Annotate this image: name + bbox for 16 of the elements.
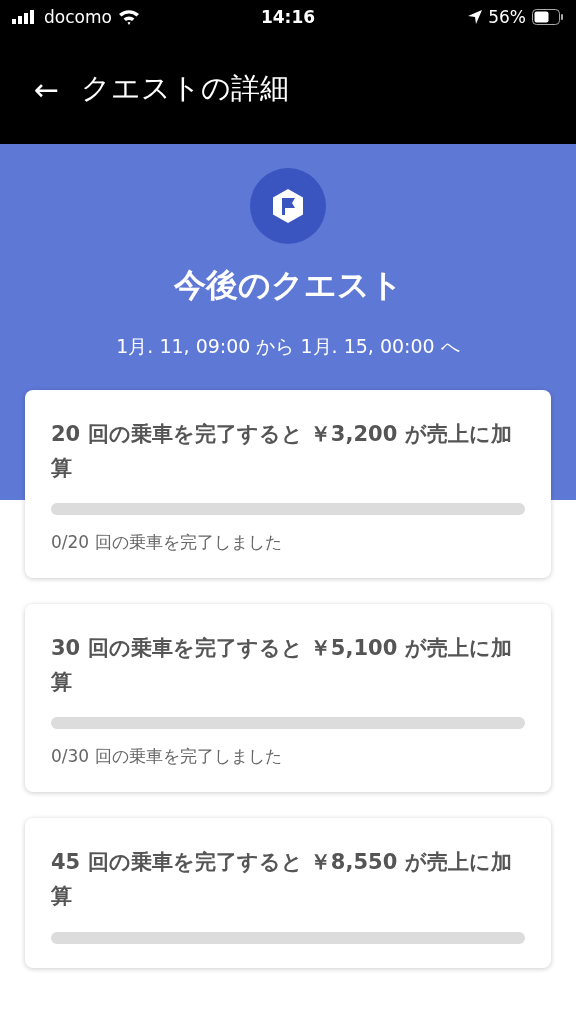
flag-icon: [272, 189, 304, 223]
carrier-name: docomo: [44, 7, 112, 27]
section-title: 今後のクエスト: [173, 265, 403, 306]
date-range: 1月. 11, 09:00 から 1月. 15, 00:00 へ: [116, 334, 460, 359]
back-button[interactable]: ←: [34, 71, 60, 107]
progress-text: 0/30 回の乗車を完了しました: [51, 745, 283, 769]
quest-title: 20 回の乗車を完了すると ￥3,200 が売上に加算: [51, 421, 513, 482]
clock-time: 14:16: [260, 7, 316, 27]
battery-percent: 56%: [488, 7, 526, 27]
location-arrow-icon: [468, 10, 483, 24]
progress-text: 0/20 回の乗車を完了しました: [51, 531, 283, 555]
wifi-icon: [117, 9, 140, 25]
page-title: クエストの詳細: [81, 70, 290, 107]
battery-icon: [532, 9, 564, 25]
quest-title: 30 回の乗車を完了すると ￥5,100 が売上に加算: [51, 635, 513, 696]
quest-title: 45 回の乗車を完了すると ￥8,550 が売上に加算: [51, 849, 513, 910]
